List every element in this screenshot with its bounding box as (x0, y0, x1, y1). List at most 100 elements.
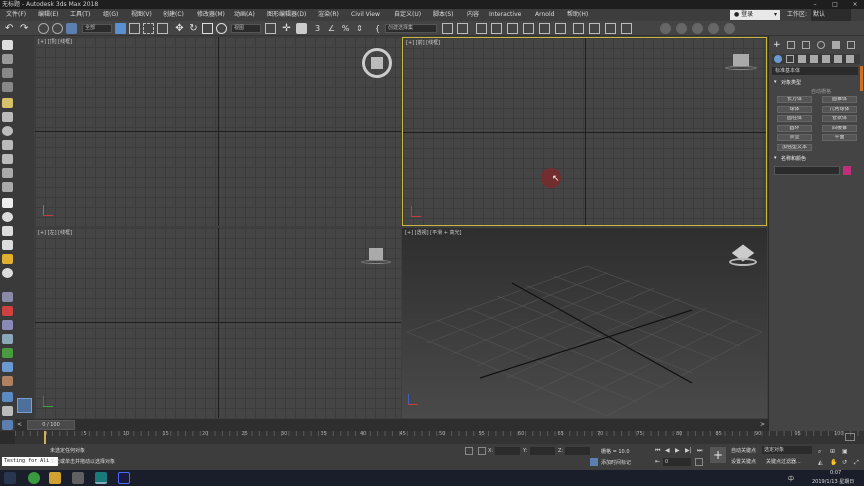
absolute-mode-icon[interactable] (478, 447, 486, 455)
create-object-button[interactable]: 加强型文本 (777, 143, 812, 151)
edit-named-selection-icon[interactable]: { (372, 23, 383, 34)
slider-prev-icon[interactable]: < (17, 421, 22, 428)
object-type-rollout-icon[interactable]: ▾ (774, 79, 777, 85)
scene-explorer-toggle-icon[interactable] (2, 40, 13, 50)
create-object-button[interactable]: 平面 (822, 134, 857, 141)
layer-icon[interactable] (2, 54, 13, 64)
key-filters-button[interactable]: 关键点过滤器... (766, 458, 801, 465)
helpers-icon[interactable] (822, 55, 830, 63)
place-icon[interactable] (216, 23, 227, 34)
rendered-frame-icon[interactable] (589, 23, 600, 34)
snaps-toggle-icon[interactable]: 3 (312, 23, 323, 34)
camera-icon[interactable] (2, 112, 13, 122)
keyboard-shortcut-icon[interactable] (296, 23, 307, 34)
menu-item[interactable]: 文件(F) (6, 9, 26, 21)
material-editor-icon[interactable] (555, 23, 566, 34)
spring-icon[interactable] (2, 292, 13, 302)
percent-snap-icon[interactable]: % (340, 23, 351, 34)
menu-item[interactable]: 渲染(R) (318, 9, 339, 21)
menu-item[interactable]: 修改器(M) (197, 9, 225, 21)
time-slider[interactable]: 0 / 100 < > (15, 419, 768, 431)
named-selection-dropdown[interactable]: 创建选择集 (385, 24, 437, 33)
motion-tab-icon[interactable] (817, 41, 825, 49)
add-time-tag-button[interactable]: 添加时间标记 (601, 459, 631, 466)
time-tag-icon[interactable] (590, 458, 598, 466)
maximize-viewport-icon[interactable]: ⤢ (854, 459, 859, 467)
ribbon-icon[interactable] (507, 23, 518, 34)
create-object-button[interactable]: 圆锥体 (822, 96, 857, 103)
torus-icon[interactable] (2, 154, 13, 164)
link-icon[interactable] (38, 23, 49, 34)
menu-item[interactable]: 创建(C) (163, 9, 184, 21)
arnold-ipr-icon[interactable] (692, 23, 703, 34)
name-color-header[interactable]: 名称和颜色 (781, 155, 806, 162)
x-coord-field[interactable] (495, 447, 520, 455)
viewport-front[interactable]: [+] [前] [线框] ↖ (402, 37, 767, 226)
select-by-name-icon[interactable] (129, 23, 140, 34)
menu-item[interactable]: 帮助(H) (567, 9, 588, 21)
auto-key-button[interactable]: 自动关键点 (731, 447, 756, 454)
sphere-icon[interactable] (2, 126, 13, 136)
workspace-dropdown[interactable]: 默认 (811, 9, 851, 21)
create-object-button[interactable]: 球体 (777, 105, 812, 113)
menu-item[interactable]: 工具(T) (70, 9, 90, 21)
maximize-icon[interactable]: □ (828, 0, 842, 9)
zoom-extents-icon[interactable]: ▣ (842, 448, 848, 455)
orbit-icon[interactable]: ↺ (842, 459, 847, 466)
viewport-layout-button[interactable] (17, 398, 32, 413)
cylinder-icon[interactable] (2, 212, 13, 222)
viewport-left[interactable]: [+] [左] [线框] (35, 228, 401, 418)
login-dropdown[interactable]: ● 登录 ▾ (730, 10, 780, 20)
angle-snap-icon[interactable]: ∠ (326, 23, 337, 34)
render-shape-icon[interactable] (2, 406, 13, 416)
particle-icon[interactable] (2, 362, 13, 372)
menu-item[interactable]: 脚本(S) (433, 9, 454, 21)
redo-icon[interactable]: ↷ (20, 23, 31, 34)
menu-item[interactable]: Interactive (489, 9, 521, 21)
create-tab-icon[interactable]: + (773, 40, 781, 50)
autogrid-label[interactable]: 自动栅格 (811, 88, 831, 95)
panel-scrollbar[interactable] (860, 66, 863, 91)
select-object-icon[interactable] (115, 23, 126, 34)
lights-icon[interactable] (798, 55, 806, 63)
viewport-layout-icon[interactable] (2, 420, 13, 430)
render-icon[interactable] (605, 23, 616, 34)
spacewarps-icon[interactable] (834, 55, 842, 63)
category-dropdown[interactable]: 标准基本体 (772, 67, 858, 75)
bone-icon[interactable] (2, 320, 13, 330)
menu-item[interactable]: 自定义(U) (394, 9, 421, 21)
rect-region-icon[interactable] (143, 23, 154, 34)
teapot-icon[interactable] (2, 140, 13, 150)
pan-icon[interactable]: ✋ (830, 459, 837, 466)
hierarchy-tab-icon[interactable] (802, 41, 810, 49)
selection-filter-dropdown[interactable]: 全部 (82, 24, 112, 33)
window-crossing-icon[interactable] (157, 23, 168, 34)
viewcube-top[interactable] (362, 48, 392, 78)
viewport-top[interactable]: [+] [顶] [线框] (35, 37, 401, 226)
align-icon[interactable] (457, 23, 468, 34)
biped-icon[interactable] (2, 334, 13, 344)
grid-list-icon[interactable] (2, 82, 13, 92)
spinner-snap-icon[interactable]: ⇕ (354, 23, 365, 34)
close-icon[interactable]: × (848, 0, 862, 9)
goto-start-icon[interactable]: ⏮ (655, 447, 660, 455)
prev-frame-icon[interactable]: ◀ (665, 447, 670, 454)
utilities-tab-icon[interactable] (847, 41, 855, 49)
start-icon[interactable] (4, 472, 16, 484)
create-object-button[interactable]: 圆环 (777, 124, 812, 132)
viewcube-front[interactable] (733, 54, 749, 66)
object-color-swatch[interactable] (843, 166, 851, 175)
menu-item[interactable]: 图形编辑器(D) (267, 9, 306, 21)
display-tab-icon[interactable] (832, 41, 840, 49)
reference-coord-dropdown[interactable]: 视图 (231, 24, 261, 33)
render-setup-icon[interactable] (573, 23, 584, 34)
arnold-icon[interactable] (660, 23, 671, 34)
3dsmax-taskbar-icon[interactable] (95, 472, 107, 484)
lock-selection-icon[interactable] (465, 447, 473, 455)
shapes-icon[interactable] (786, 55, 794, 63)
minimize-icon[interactable]: – (808, 0, 822, 9)
create-object-button[interactable]: 圆柱体 (777, 115, 812, 122)
schematic-view-icon[interactable] (539, 23, 550, 34)
move-icon[interactable]: ✥ (174, 23, 185, 34)
cone-icon[interactable] (2, 240, 13, 250)
